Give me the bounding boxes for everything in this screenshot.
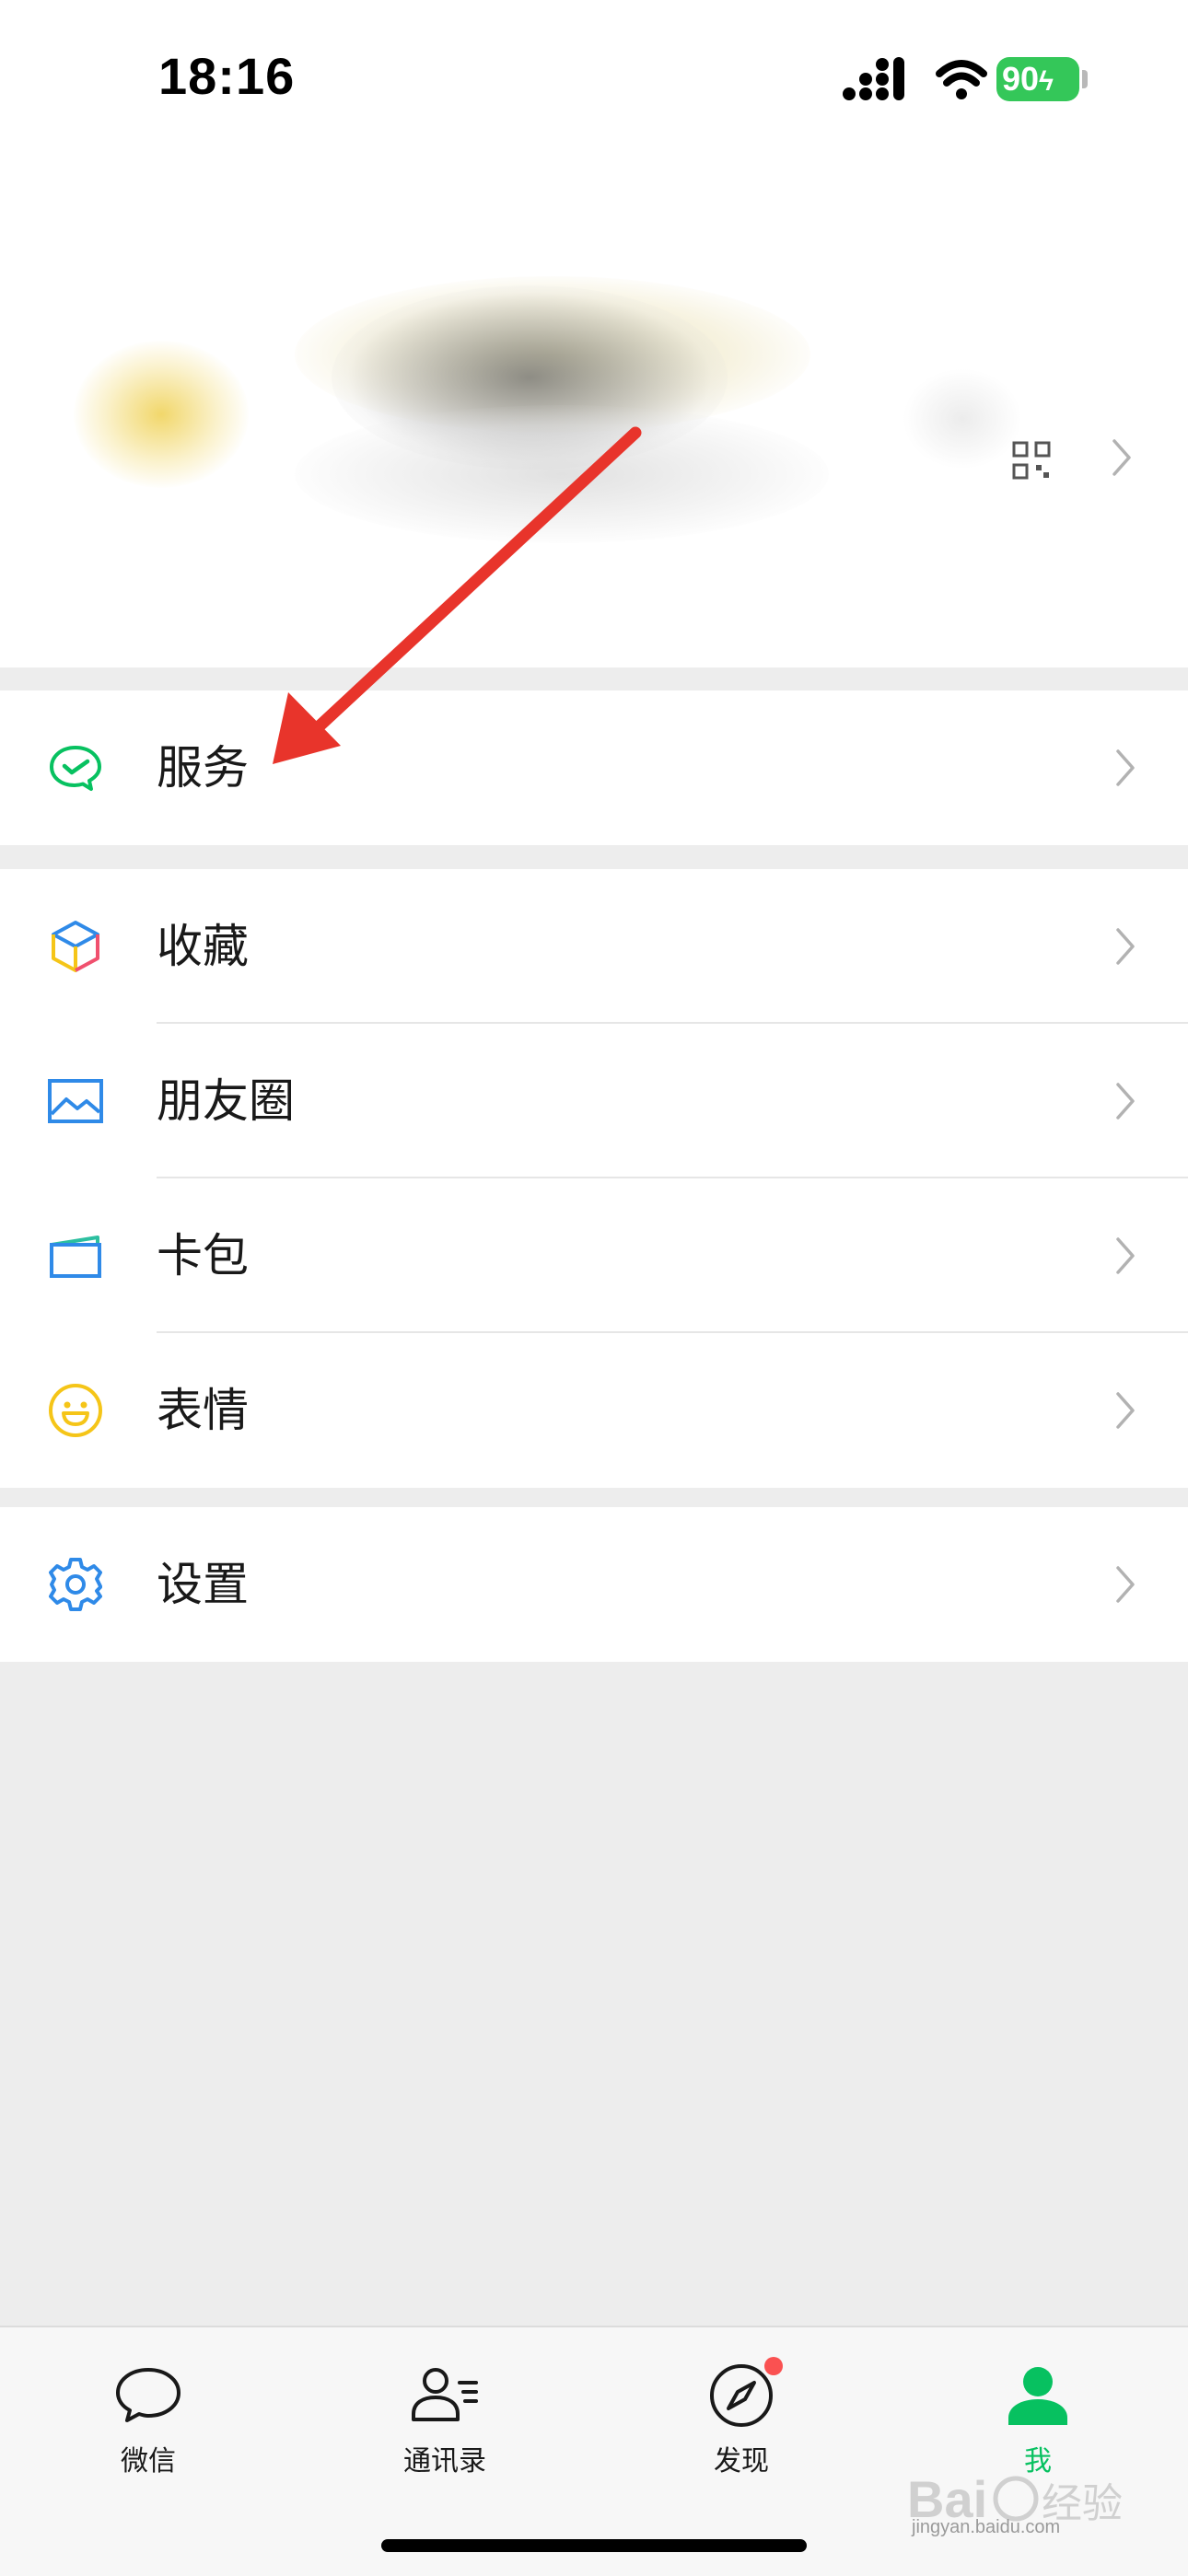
battery-cap <box>1082 70 1088 88</box>
battery-level: 90 <box>1002 60 1040 98</box>
tab-label: 通讯录 <box>403 2445 486 2477</box>
moments-photo-icon <box>48 1079 103 1123</box>
tab-chats[interactable]: 微信 <box>0 2327 297 2512</box>
chevron-right-icon <box>1116 928 1135 965</box>
charging-bolt-icon: ϟ <box>1039 66 1054 97</box>
menu-section-settings: 设置 <box>0 1507 1188 1662</box>
tab-contacts[interactable]: 通讯录 <box>297 2327 593 2512</box>
id-blur <box>295 405 829 543</box>
menu-item-label: 表情 <box>157 1384 249 1437</box>
wechat-pay-icon <box>50 746 101 791</box>
tab-label: 发现 <box>714 2445 769 2477</box>
menu-item-stickers[interactable]: 表情 <box>0 1333 1188 1488</box>
tab-label: 微信 <box>121 2445 176 2477</box>
profile-header[interactable] <box>0 157 1188 667</box>
chevron-right-icon <box>1116 1237 1135 1274</box>
menu-item-label: 收藏 <box>157 920 249 973</box>
status-time: 18:16 <box>158 47 296 105</box>
menu-item-settings[interactable]: 设置 <box>0 1507 1188 1662</box>
menu-item-moments[interactable]: 朋友圈 <box>0 1024 1188 1178</box>
favorites-cube-icon <box>52 921 99 972</box>
menu-section-service: 服务 <box>0 690 1188 845</box>
chevron-right-icon <box>1116 1566 1135 1603</box>
contacts-icon <box>412 2368 478 2421</box>
discover-badge-dot <box>764 2357 783 2375</box>
card-wallet-icon <box>50 1236 101 1278</box>
profile-chevron-icon <box>1112 439 1131 476</box>
chevron-right-icon <box>1116 1392 1135 1429</box>
menu-item-service[interactable]: 服务 <box>0 690 1188 845</box>
sticker-smiley-icon <box>49 1384 102 1437</box>
watermark-domain: jingyan.baidu.com <box>912 2517 1061 2537</box>
status-blur <box>903 368 1022 470</box>
menu-item-label: 设置 <box>157 1558 249 1611</box>
menu-item-label: 服务 <box>157 741 249 795</box>
menu-item-label: 朋友圈 <box>157 1074 295 1128</box>
menu-section-main: 收藏 朋友圈 卡包 表情 <box>0 869 1188 1488</box>
avatar-blur <box>74 341 249 488</box>
tab-discover[interactable]: 发现 <box>593 2327 890 2512</box>
person-icon <box>1008 2367 1067 2425</box>
chat-bubble-icon <box>116 2368 181 2422</box>
menu-item-favorites[interactable]: 收藏 <box>0 869 1188 1024</box>
gear-icon <box>49 1558 102 1611</box>
chevron-right-icon <box>1116 749 1135 786</box>
wifi-icon <box>936 60 987 99</box>
qr-code-icon[interactable] <box>1011 440 1052 481</box>
battery-charging-icon: 90ϟ <box>996 57 1079 101</box>
home-indicator[interactable] <box>381 2539 807 2552</box>
menu-item-card-wallet[interactable]: 卡包 <box>0 1178 1188 1333</box>
menu-item-label: 卡包 <box>157 1229 249 1282</box>
status-bar: 18:16 90ϟ <box>0 0 1188 157</box>
signal-icon <box>843 57 904 100</box>
chevron-right-icon <box>1116 1083 1135 1120</box>
